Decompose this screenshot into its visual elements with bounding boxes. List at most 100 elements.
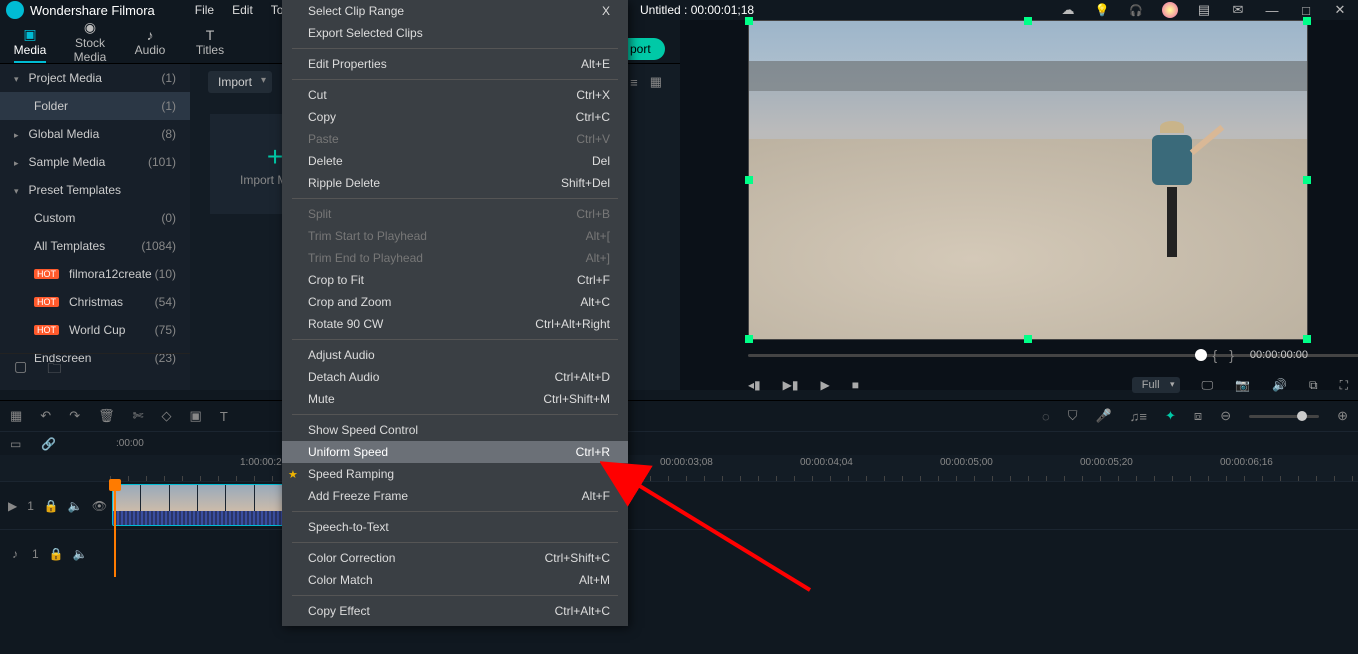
monitor-icon[interactable]: 🖵 [1202, 378, 1214, 393]
zoom-in-icon[interactable]: ⊕ [1337, 408, 1348, 424]
zoom-slider[interactable] [1249, 415, 1319, 418]
split-icon[interactable]: ✄ [133, 408, 144, 424]
fullscreen-icon[interactable]: ⛶ [1340, 378, 1348, 393]
audio-track[interactable]: ♪ 1 🔒 🔈 [0, 529, 1358, 577]
messages-icon[interactable] [1230, 2, 1246, 18]
mic-icon[interactable]: 🎤 [1095, 408, 1111, 424]
ctx-uniform-speed[interactable]: Uniform SpeedCtrl+R [282, 441, 628, 463]
zoom-out-icon[interactable]: ⊖ [1220, 408, 1231, 424]
track-lock-icon[interactable]: 🔒 [49, 547, 63, 561]
tab-media[interactable]: ▣Media [0, 26, 60, 57]
ctx-color-correction[interactable]: Color CorrectionCtrl+Shift+C [282, 547, 628, 569]
text-icon[interactable]: T [220, 409, 228, 424]
ctx-show-speed-control[interactable]: Show Speed Control [282, 419, 628, 441]
ctx-crop-to-fit[interactable]: Crop to FitCtrl+F [282, 269, 628, 291]
track-mute-icon[interactable]: 🔈 [73, 547, 87, 561]
sidebar-item[interactable]: Sample Media(101) [0, 148, 190, 176]
play-icon[interactable]: ▶ [820, 378, 829, 392]
timeline-ruler[interactable]: 1:00:00:2000:00:03;0800:00:04;0400:00:05… [0, 455, 1358, 481]
track-lock-icon[interactable]: 🔒 [44, 499, 58, 513]
ctx-speed-ramping[interactable]: ★Speed Ramping [282, 463, 628, 485]
ctx-speech-to-text[interactable]: Speech-to-Text [282, 516, 628, 538]
video-track[interactable]: ▶ 1 🔒 🔈 👁 [0, 481, 1358, 529]
window-maximize[interactable] [1298, 2, 1314, 18]
select-mode-icon[interactable]: ▭ [10, 437, 21, 451]
save-icon[interactable] [1196, 2, 1212, 18]
sidebar-item[interactable]: Project Media(1) [0, 64, 190, 92]
ctx-export-selected-clips[interactable]: Export Selected Clips [282, 22, 628, 44]
cloud-icon[interactable] [1060, 2, 1076, 18]
tips-icon[interactable] [1094, 2, 1110, 18]
crop-icon[interactable]: ▣ [190, 408, 202, 424]
bin-icon[interactable]: ▢ [14, 358, 27, 382]
ctx-detach-audio[interactable]: Detach AudioCtrl+Alt+D [282, 366, 628, 388]
marker-icon[interactable]: ◇ [162, 408, 172, 424]
render-icon[interactable]: ◌ [1042, 409, 1050, 424]
window-close[interactable] [1332, 2, 1348, 18]
app-name: Wondershare Filmora [30, 3, 155, 18]
ctx-delete[interactable]: DeleteDel [282, 150, 628, 172]
ctx-copy-effect[interactable]: Copy EffectCtrl+Alt+C [282, 600, 628, 622]
markers-icon[interactable]: ⧈ [1194, 408, 1202, 424]
stop-icon[interactable]: ■ [852, 378, 859, 392]
preview-scrub[interactable]: { } 00:00:00:00 [748, 348, 1308, 362]
sidebar-item[interactable]: HOTChristmas(54) [0, 288, 190, 316]
link-icon[interactable]: 🔗 [41, 437, 56, 451]
ruler-tick: 00:00:05;20 [1080, 457, 1133, 468]
ctx-cut[interactable]: CutCtrl+X [282, 84, 628, 106]
track-visible-icon[interactable]: 👁 [92, 499, 106, 513]
sort-icon[interactable]: ≡ [630, 75, 638, 90]
menu-edit[interactable]: Edit [232, 3, 253, 17]
tab-stock[interactable]: ◉Stock Media [60, 19, 120, 64]
project-panel: Project Media(1)Folder(1)Global Media(8)… [0, 64, 190, 390]
preview-quality-dropdown[interactable]: Full [1132, 377, 1180, 393]
pip-icon[interactable]: ⧉ [1309, 378, 1318, 393]
undo-icon[interactable]: ↶ [40, 408, 51, 424]
ctx-edit-properties[interactable]: Edit PropertiesAlt+E [282, 53, 628, 75]
track-mute-icon[interactable]: 🔈 [68, 499, 82, 513]
grid-view-icon[interactable]: ▦ [650, 74, 662, 90]
menu-file[interactable]: File [195, 3, 214, 17]
sidebar-item[interactable]: HOTfilmora12create(10) [0, 260, 190, 288]
mark-out-icon[interactable]: } [1229, 347, 1234, 363]
sidebar-item[interactable]: Folder(1) [0, 92, 190, 120]
mixer-icon[interactable]: ♫≡ [1130, 409, 1147, 424]
prev-frame-icon[interactable]: ◂▮ [748, 378, 761, 392]
import-dropdown[interactable]: Import [208, 71, 272, 93]
snapshot-icon[interactable]: 📷 [1235, 378, 1250, 392]
ctx-select-clip-range[interactable]: Select Clip RangeX [282, 0, 628, 22]
ctx-mute[interactable]: MuteCtrl+Shift+M [282, 388, 628, 410]
tab-titles[interactable]: TTitles [180, 27, 240, 57]
sidebar-item[interactable]: All Templates(1084) [0, 232, 190, 260]
auto-icon[interactable]: ✦ [1165, 408, 1176, 424]
ruler-tick: 00:00:05;00 [940, 457, 993, 468]
sidebar-item[interactable]: Custom(0) [0, 204, 190, 232]
track-video-icon[interactable]: ▶ [8, 499, 17, 513]
delete-icon[interactable]: 🗑 [98, 408, 115, 424]
support-icon[interactable] [1128, 2, 1144, 18]
timeline-clip[interactable] [112, 484, 284, 526]
ctx-crop-and-zoom[interactable]: Crop and ZoomAlt+C [282, 291, 628, 313]
avatar-icon[interactable] [1162, 2, 1178, 18]
layout-icon[interactable]: ▦ [10, 408, 22, 424]
volume-icon[interactable]: 🔊 [1272, 378, 1287, 392]
sidebar-item[interactable]: Global Media(8) [0, 120, 190, 148]
redo-icon[interactable]: ↷ [69, 408, 80, 424]
folder-icon[interactable]: 🗀 [47, 358, 61, 382]
play-pause-icon[interactable]: ▶▮ [783, 378, 799, 392]
playhead[interactable] [114, 481, 116, 577]
shield-icon[interactable]: ⛉ [1068, 408, 1078, 424]
ctx-color-match[interactable]: Color MatchAlt+M [282, 569, 628, 591]
sidebar-item[interactable]: Preset Templates [0, 176, 190, 204]
ctx-copy[interactable]: CopyCtrl+C [282, 106, 628, 128]
ctx-adjust-audio[interactable]: Adjust Audio [282, 344, 628, 366]
tab-audio[interactable]: ♪Audio [120, 27, 180, 57]
ctx-add-freeze-frame[interactable]: Add Freeze FrameAlt+F [282, 485, 628, 507]
track-audio-icon[interactable]: ♪ [8, 547, 22, 561]
ctx-rotate-90-cw[interactable]: Rotate 90 CWCtrl+Alt+Right [282, 313, 628, 335]
preview-video[interactable] [748, 20, 1308, 340]
sidebar-item[interactable]: HOTWorld Cup(75) [0, 316, 190, 344]
window-minimize[interactable] [1264, 2, 1280, 18]
mark-in-icon[interactable]: { [1213, 347, 1218, 363]
ctx-ripple-delete[interactable]: Ripple DeleteShift+Del [282, 172, 628, 194]
